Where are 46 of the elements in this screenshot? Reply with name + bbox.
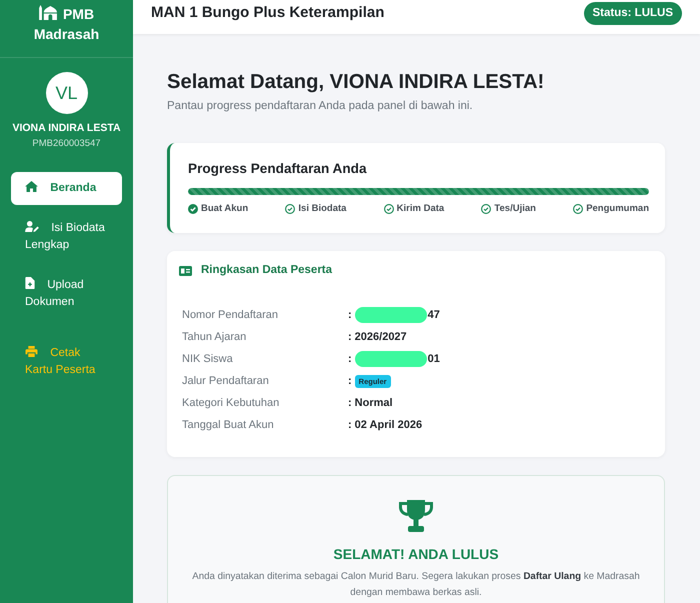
field-value: 2026/2027: [354, 330, 407, 344]
trophy-icon: [397, 499, 435, 533]
nav-link[interactable]: Upload Dokumen: [11, 269, 122, 319]
field-value: 01: [428, 352, 440, 366]
step-label: Buat Akun: [201, 203, 248, 215]
field-value: 02 April 2026: [354, 418, 422, 432]
field-label: Nomor Pendaftaran: [182, 308, 279, 323]
field-value: Normal: [354, 396, 393, 410]
user-edit-icon: [25, 221, 39, 232]
colon-separator: :: [348, 331, 352, 343]
step-label: Pengumuman: [586, 203, 649, 215]
step-label: Isi Biodata: [298, 203, 346, 215]
welcome-subtitle: Pantau progress pendaftaran Anda pada panel di bawah ini.: [167, 99, 474, 114]
nav-link[interactable]: Cetak Kartu Peserta: [11, 337, 122, 387]
field-value: 47: [428, 308, 440, 322]
colon-separator: :: [348, 309, 352, 321]
nav-link[interactable]: Isi Biodata Lengkap: [11, 212, 122, 262]
user-name: VIONA INDIRA LESTA: [12, 121, 121, 135]
user-id: PMB260003547: [32, 137, 101, 151]
field-label: Tahun Ajaran: [182, 330, 248, 345]
colon-separator: :: [348, 419, 352, 431]
field-label: Jalur Pendaftaran: [182, 374, 270, 389]
status-badge: Status: LULUS: [584, 2, 682, 25]
colon-separator: :: [348, 375, 352, 387]
step-label: Kirim Data: [396, 203, 444, 215]
field-label: Tanggal Buat Akun: [182, 418, 275, 433]
step-label: Tes/Ujian: [494, 203, 536, 215]
welcome-heading: Selamat Datang, VIONA INDIRA LESTA!: [167, 70, 546, 95]
file-icon: [25, 277, 35, 289]
colon-separator: :: [348, 353, 352, 365]
field-label: Kategori Kebutuhan: [182, 396, 280, 411]
nav-link[interactable]: Beranda: [11, 172, 122, 205]
brand-title: Madrasah: [34, 25, 100, 44]
colon-separator: :: [348, 397, 352, 409]
school-name: MAN 1 Bungo Plus Keterampilan: [151, 4, 384, 21]
result-title: SELAMAT! ANDA LULUS: [333, 545, 499, 563]
id-card-icon: [179, 266, 192, 276]
summary-title: Ringkasan Data Peserta: [201, 263, 332, 278]
result-message: Anda dinyatakan diterima sebagai Calon Murid Baru. Segera lakukan proses Daftar Ulang ke Madrasah dengan membawa berkas asli.: [191, 570, 641, 600]
printer-icon: [25, 346, 38, 357]
field-label: NIK Siswa: [182, 352, 234, 367]
brand-title: PMB: [62, 5, 94, 24]
mosque-icon: [38, 5, 58, 20]
home-icon: [25, 181, 38, 192]
avatar: VL: [46, 72, 88, 114]
progress-title: Progress Pendaftaran Anda: [188, 160, 368, 178]
